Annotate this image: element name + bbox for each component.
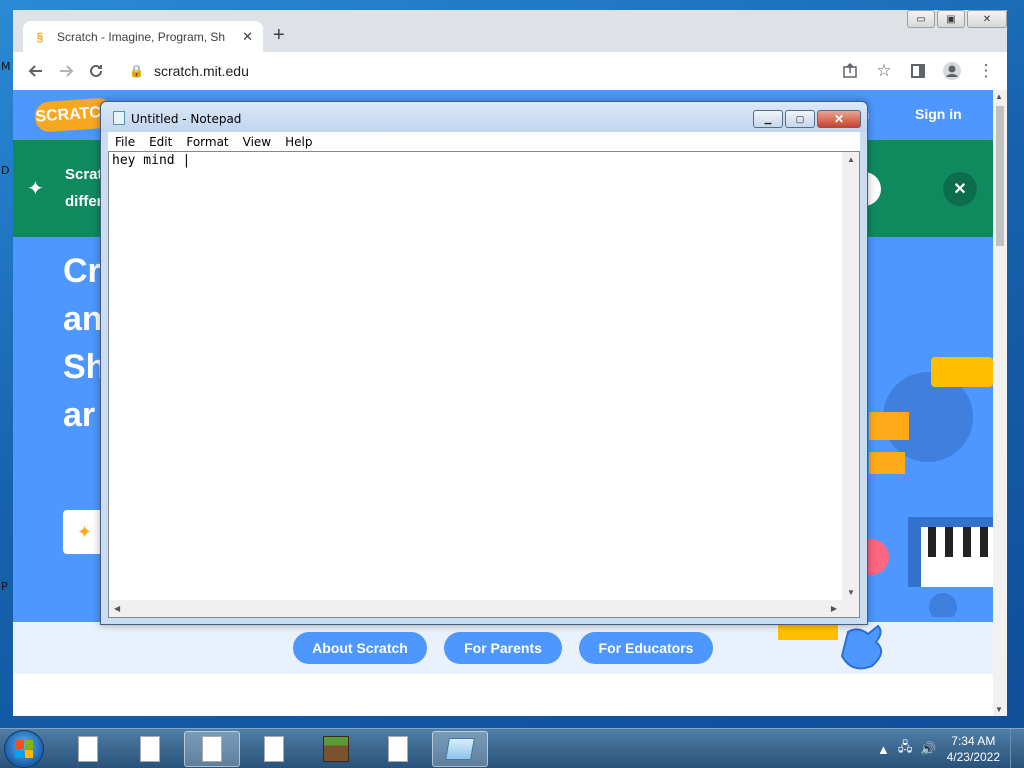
system-clock[interactable]: 7:34 AM 4/23/2022: [947, 733, 1000, 765]
banner-text: Scrat: [65, 166, 103, 183]
tab-strip: § Scratch - Imagine, Program, Share ✕ + …: [13, 10, 1007, 52]
taskbar: ▲ 🖧 🔊 7:34 AM 4/23/2022: [0, 728, 1024, 768]
file-icon: [140, 736, 160, 762]
footer-links: About Scratch For Parents For Educators: [13, 622, 993, 674]
file-icon: [264, 736, 284, 762]
scratch-favicon-icon: §: [36, 29, 44, 44]
desktop-icon-label: M: [1, 60, 11, 73]
volume-icon[interactable]: 🔊: [920, 741, 936, 757]
file-icon: [78, 736, 98, 762]
browser-tab[interactable]: § Scratch - Imagine, Program, Share ✕: [23, 21, 263, 52]
taskbar-item-file[interactable]: [184, 731, 240, 767]
menu-view[interactable]: View: [236, 135, 278, 149]
menu-format[interactable]: Format: [179, 135, 235, 149]
notepad-titlebar[interactable]: Untitled - Notepad ▁ ▢ ✕: [101, 102, 867, 132]
start-button[interactable]: [4, 730, 44, 768]
scroll-left-icon[interactable]: ◀: [114, 604, 120, 613]
hero-heading-line: Cr: [63, 252, 101, 290]
taskbar-item-file[interactable]: [370, 731, 426, 767]
menu-file[interactable]: File: [108, 135, 142, 149]
for-educators-button[interactable]: For Educators: [579, 632, 713, 664]
browser-toolbar: 🔒 scratch.mit.edu ☆ ⋮: [13, 52, 1007, 90]
taskbar-item-notepad[interactable]: [432, 731, 488, 767]
notepad-icon: [113, 111, 125, 125]
clock-time: 7:34 AM: [951, 734, 996, 748]
notepad-horizontal-scrollbar[interactable]: ◀ ▶: [109, 600, 842, 617]
resize-grip-icon[interactable]: [842, 600, 859, 617]
share-icon[interactable]: [835, 56, 865, 86]
scroll-up-icon[interactable]: ▲: [995, 92, 1003, 101]
notepad-title: Untitled - Notepad: [131, 112, 242, 126]
page-scrollbar[interactable]: ▲ ▼: [993, 90, 1007, 716]
desktop: M D P § Scratch - Imagine, Program, Shar…: [0, 0, 1024, 728]
lock-icon[interactable]: 🔒: [129, 64, 144, 78]
show-hidden-icons-arrow-icon[interactable]: ▲: [877, 742, 890, 757]
sign-in-link[interactable]: Sign in: [915, 106, 962, 122]
url-text: scratch.mit.edu: [153, 63, 249, 79]
sparkle-icon: ✦: [27, 178, 44, 200]
file-icon: [388, 736, 408, 762]
notepad-window-controls: ▁ ▢ ✕: [753, 110, 861, 128]
bookmark-star-icon[interactable]: ☆: [869, 56, 899, 86]
scroll-right-icon[interactable]: ▶: [831, 604, 837, 613]
banner-text: differ: [65, 193, 103, 210]
taskbar-item-file[interactable]: [246, 731, 302, 767]
scrollbar-thumb[interactable]: [996, 106, 1004, 246]
menu-icon[interactable]: ⋮: [971, 56, 1001, 86]
address-bar[interactable]: 🔒 scratch.mit.edu: [121, 56, 891, 86]
taskbar-item-file[interactable]: [122, 731, 178, 767]
scroll-down-icon[interactable]: ▼: [847, 588, 855, 597]
system-tray: ▲ 🖧 🔊 7:34 AM 4/23/2022: [873, 729, 1024, 768]
tab-title: Scratch - Imagine, Program, Share: [57, 29, 225, 44]
menu-help[interactable]: Help: [278, 135, 319, 149]
back-arrow-icon[interactable]: [21, 56, 51, 86]
show-desktop-button[interactable]: [1010, 729, 1024, 768]
windows-logo-icon: [15, 740, 33, 758]
notepad-text: hey mind |: [112, 153, 191, 168]
scroll-down-icon[interactable]: ▼: [995, 705, 1003, 714]
reload-icon[interactable]: [81, 56, 111, 86]
toolbar-right-icons: ☆ ⋮: [835, 56, 1001, 86]
clock-date: 4/23/2022: [946, 750, 1000, 764]
network-icon[interactable]: 🖧: [898, 738, 913, 760]
desktop-icon-label: D: [1, 164, 10, 177]
sidepanel-icon[interactable]: [903, 56, 933, 86]
grass-block-icon: [323, 736, 349, 762]
mascot-hand-illustration: [778, 622, 883, 670]
about-scratch-button[interactable]: About Scratch: [293, 632, 427, 664]
notepad-icon: [445, 738, 475, 760]
notepad-maximize-button[interactable]: ▢: [785, 110, 815, 128]
close-button[interactable]: ✕: [967, 10, 1007, 28]
forward-arrow-icon[interactable]: [51, 56, 81, 86]
profile-icon[interactable]: [937, 56, 967, 86]
notepad-text-area[interactable]: hey mind | ▲ ▼ ◀ ▶: [108, 151, 860, 618]
new-tab-button[interactable]: +: [273, 24, 285, 47]
sparkle-icon: ✦: [77, 521, 93, 542]
desktop-icon-label: P: [1, 580, 8, 593]
taskbar-item-file[interactable]: [60, 731, 116, 767]
banner-close-icon[interactable]: ✕: [943, 172, 977, 206]
notepad-minimize-button[interactable]: ▁: [753, 110, 783, 128]
for-parents-button[interactable]: For Parents: [444, 632, 562, 664]
hero-heading-line: an: [63, 300, 103, 338]
minimize-button[interactable]: ▭: [907, 10, 935, 28]
menu-edit[interactable]: Edit: [142, 135, 179, 149]
taskbar-item-minecraft[interactable]: [308, 731, 364, 767]
file-icon: [202, 736, 222, 762]
notepad-vertical-scrollbar[interactable]: ▲ ▼: [842, 152, 859, 600]
tab-close-icon[interactable]: ✕: [242, 29, 253, 45]
notepad-menubar: File Edit Format View Help: [108, 132, 860, 151]
notepad-window: Untitled - Notepad ▁ ▢ ✕ File Edit Forma…: [100, 101, 868, 625]
browser-window-controls: ▭ ▣ ✕: [907, 10, 1007, 28]
hero-heading-line: ar: [63, 396, 96, 434]
notepad-close-button[interactable]: ✕: [817, 110, 861, 128]
maximize-button[interactable]: ▣: [937, 10, 965, 28]
scroll-up-icon[interactable]: ▲: [847, 155, 855, 164]
